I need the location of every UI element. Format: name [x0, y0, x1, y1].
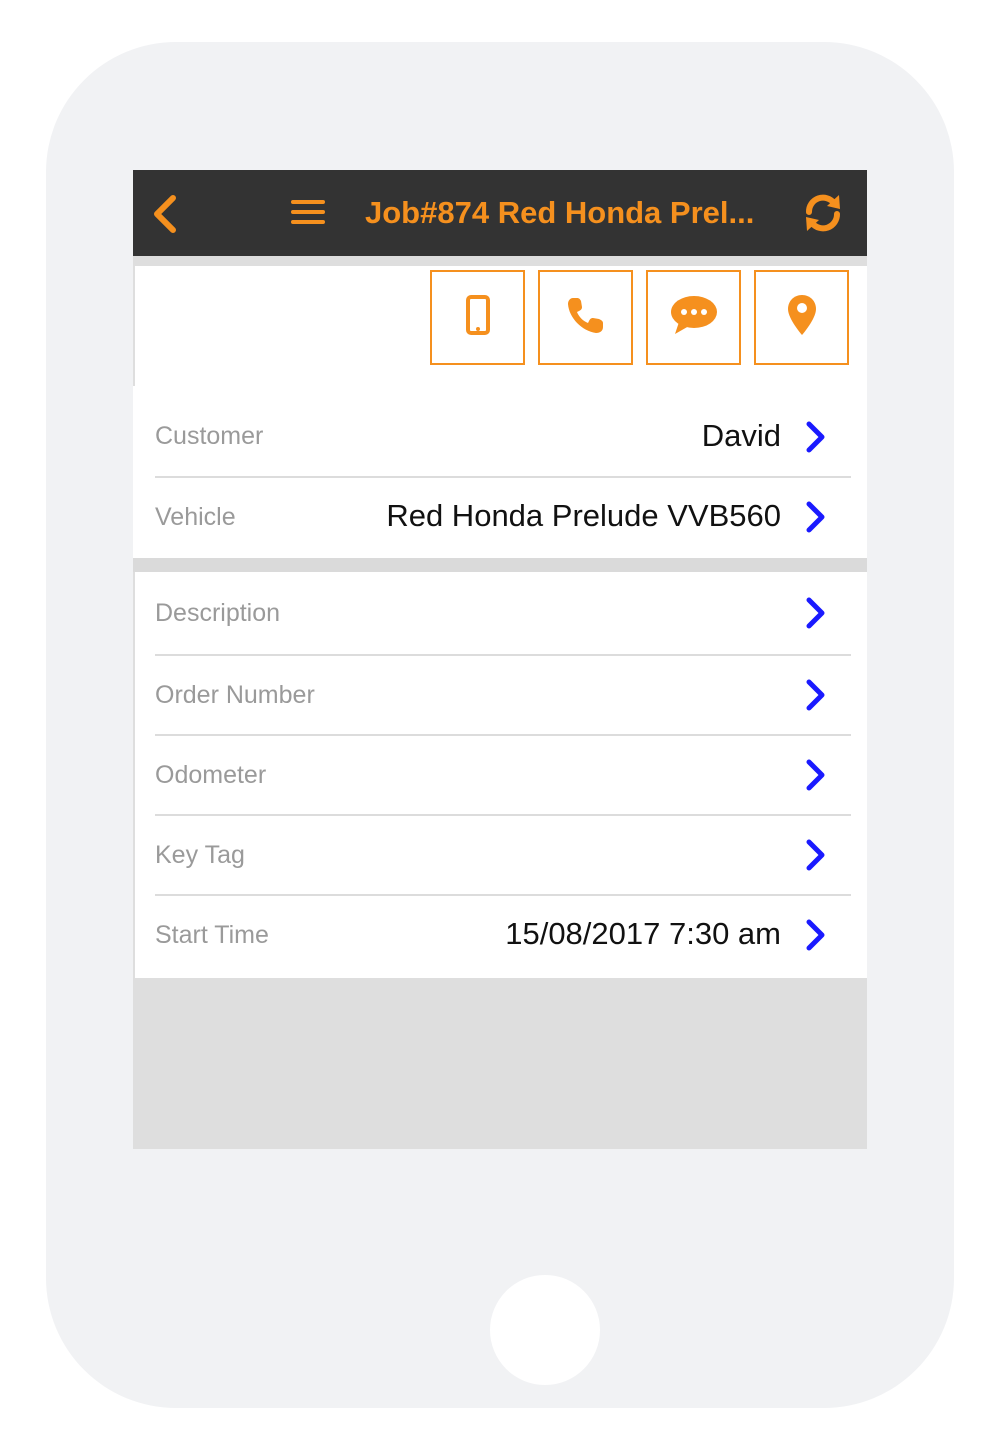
chevron-right-icon	[803, 758, 827, 792]
odometer-label: Odometer	[155, 761, 267, 789]
navigation-bar: Job#874 Red Honda Prel...	[133, 170, 867, 256]
location-button[interactable]	[754, 270, 849, 365]
description-label: Description	[155, 599, 281, 627]
phone-icon	[565, 294, 607, 341]
chevron-right-icon	[803, 500, 827, 534]
section-divider	[133, 558, 867, 572]
customer-label: Customer	[155, 422, 264, 450]
start-time-row[interactable]: Start Time 15/08/2017 7:30 am	[155, 896, 851, 976]
start-time-label: Start Time	[155, 921, 269, 949]
mobile-phone-icon	[465, 295, 490, 340]
refresh-icon[interactable]	[803, 192, 843, 234]
key-tag-row[interactable]: Key Tag	[155, 816, 851, 896]
chevron-right-icon	[803, 596, 827, 630]
chevron-right-icon	[803, 420, 827, 454]
order-number-row[interactable]: Order Number	[155, 656, 851, 736]
app-screen: Job#874 Red Honda Prel... Customer David…	[133, 170, 867, 1149]
back-chevron-icon[interactable]	[147, 194, 183, 234]
job-details-section: Description Order Number Odometer Key Ta…	[135, 572, 867, 978]
chevron-right-icon	[803, 838, 827, 872]
vehicle-row[interactable]: Vehicle Red Honda Prelude VVB560	[155, 478, 851, 558]
order-number-label: Order Number	[155, 681, 315, 709]
customer-row[interactable]: Customer David	[155, 386, 851, 478]
call-button[interactable]	[538, 270, 633, 365]
description-row[interactable]: Description	[155, 572, 851, 656]
home-button[interactable]	[490, 1275, 600, 1385]
mobile-button[interactable]	[430, 270, 525, 365]
chevron-right-icon	[803, 918, 827, 952]
message-button[interactable]	[646, 270, 741, 365]
odometer-row[interactable]: Odometer	[155, 736, 851, 816]
hamburger-menu-icon[interactable]	[289, 196, 327, 228]
key-tag-label: Key Tag	[155, 841, 245, 869]
start-time-value: 15/08/2017 7:30 am	[505, 916, 781, 951]
page-title: Job#874 Red Honda Prel...	[365, 195, 755, 230]
vehicle-label: Vehicle	[155, 503, 236, 531]
customer-vehicle-section: Customer David Vehicle Red Honda Prelude…	[133, 386, 867, 560]
customer-value: David	[701, 418, 781, 453]
vehicle-value: Red Honda Prelude VVB560	[386, 498, 781, 533]
contact-actions-panel	[135, 266, 867, 386]
map-pin-icon	[786, 293, 818, 342]
chevron-right-icon	[803, 678, 827, 712]
chat-bubble-icon	[669, 294, 719, 341]
